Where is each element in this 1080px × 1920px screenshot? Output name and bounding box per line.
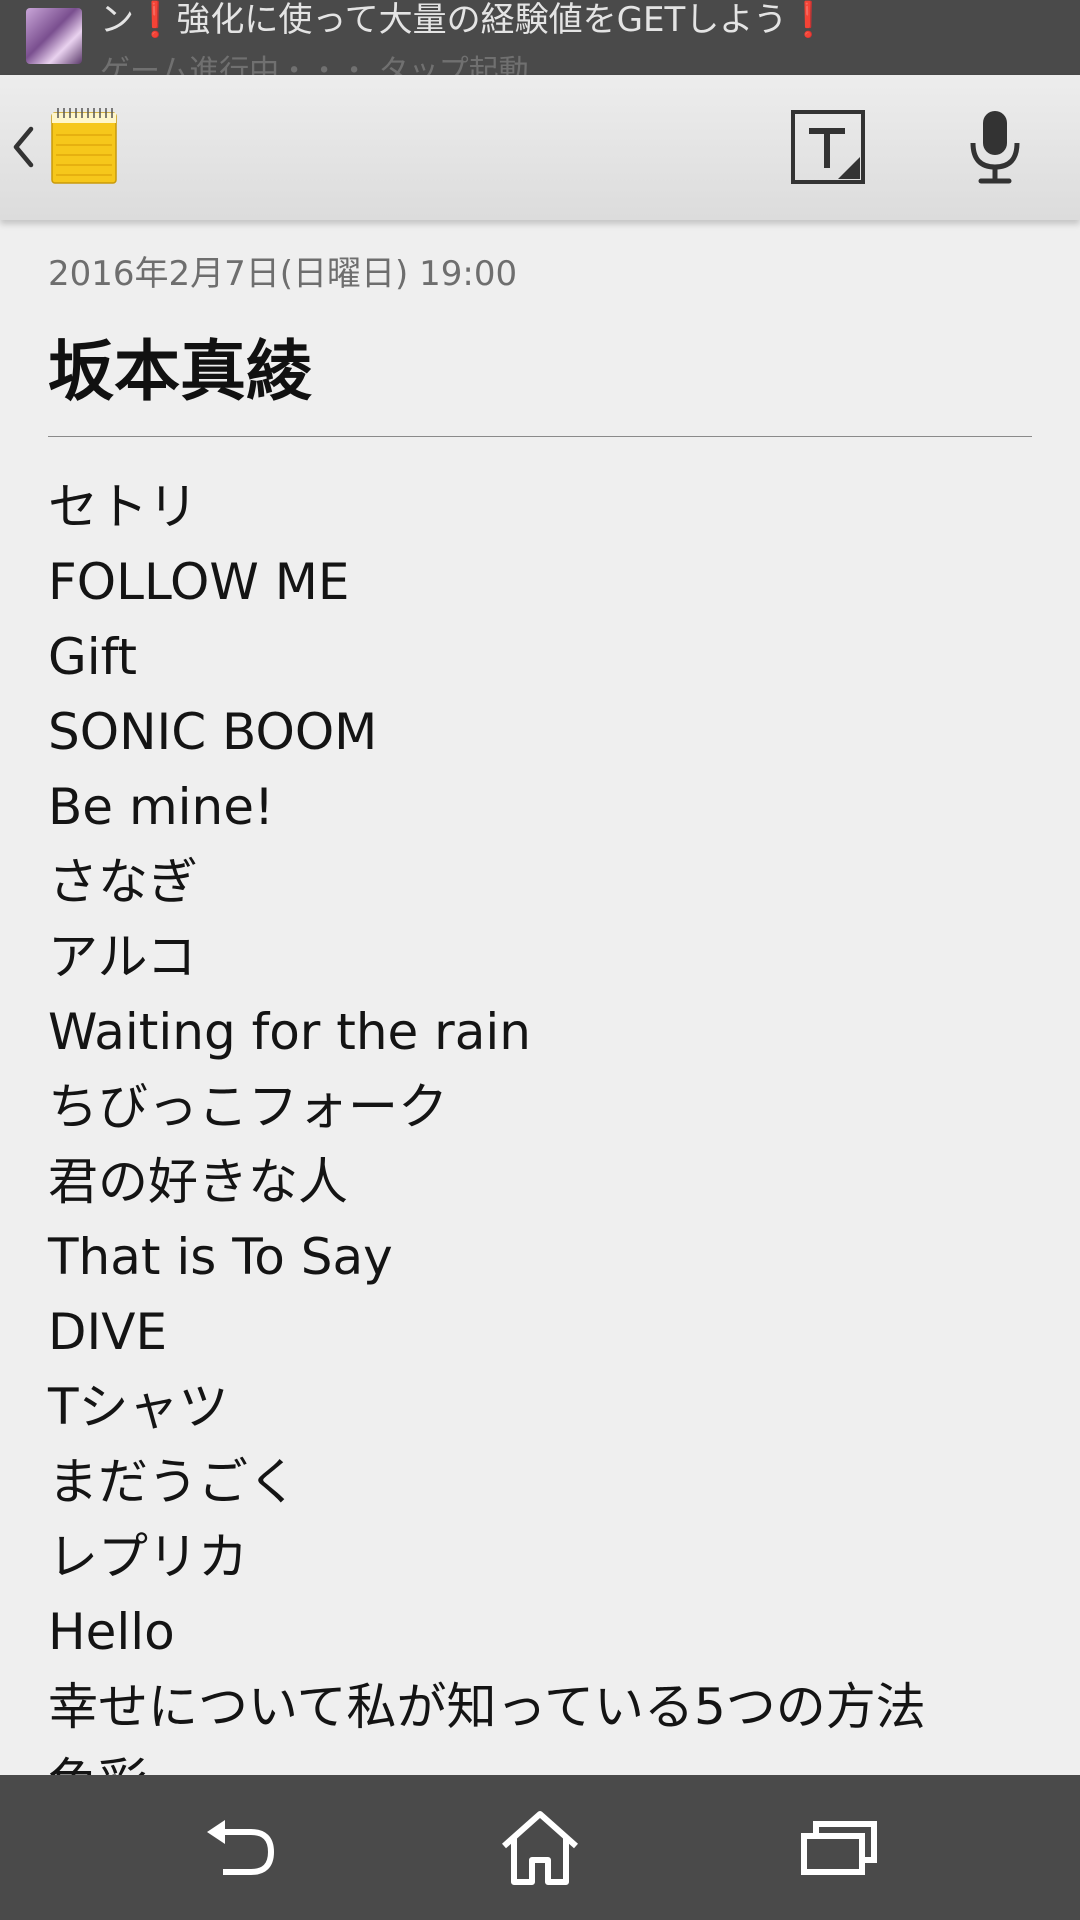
note-line[interactable]: Gift bbox=[48, 620, 1058, 695]
note-line[interactable]: FOLLOW ME bbox=[48, 545, 1058, 620]
note-line[interactable]: さなぎ bbox=[48, 845, 1058, 920]
home-icon bbox=[502, 1810, 578, 1885]
note-line[interactable]: Tシャツ bbox=[48, 1370, 1058, 1445]
note-line[interactable]: Be mine! bbox=[48, 770, 1058, 845]
note-line[interactable]: SONIC BOOM bbox=[48, 695, 1058, 770]
note-content[interactable]: 2016年2月7日(日曜日) 19:00 坂本真綾 セトリ FOLLOW ME … bbox=[0, 220, 1080, 1775]
note-line[interactable]: 色彩 bbox=[48, 1745, 1058, 1775]
title-divider bbox=[48, 436, 1032, 437]
note-line[interactable]: Hello bbox=[48, 1595, 1058, 1670]
note-line[interactable]: セトリ bbox=[48, 470, 1058, 545]
note-line[interactable]: 幸せについて私が知っている5つの方法 bbox=[48, 1670, 1058, 1745]
note-line[interactable]: レプリカ bbox=[48, 1520, 1058, 1595]
note-body[interactable]: セトリ FOLLOW ME Gift SONIC BOOM Be mine! さ… bbox=[48, 470, 1058, 1775]
notification-avatar-icon bbox=[26, 8, 82, 64]
note-line[interactable]: DIVE bbox=[48, 1295, 1058, 1370]
status-bar: ン❗強化に使って大量の経験値をGETしよう❗ ゲーム進行中・・・ タップ起動 bbox=[0, 0, 1080, 75]
notification-text: ン❗強化に使って大量の経験値をGETしよう❗ bbox=[100, 0, 830, 40]
nav-recents-button[interactable] bbox=[795, 1805, 885, 1890]
note-line[interactable]: アルコ bbox=[48, 920, 1058, 995]
navigation-bar bbox=[0, 1775, 1080, 1920]
note-line[interactable]: Waiting for the rain bbox=[48, 995, 1058, 1070]
note-line[interactable]: 君の好きな人 bbox=[48, 1145, 1058, 1220]
note-date: 2016年2月7日(日曜日) 19:00 bbox=[48, 254, 518, 294]
nav-back-button[interactable] bbox=[196, 1805, 286, 1890]
note-title[interactable]: 坂本真綾 bbox=[48, 318, 312, 414]
nav-home-button[interactable] bbox=[495, 1805, 585, 1890]
note-line[interactable]: That is To Say bbox=[48, 1220, 1058, 1295]
text-format-button[interactable] bbox=[790, 109, 866, 185]
note-line[interactable]: まだうごく bbox=[48, 1445, 1058, 1520]
note-line[interactable]: ちびっこフォーク bbox=[48, 1070, 1058, 1145]
text-format-icon bbox=[791, 110, 865, 184]
app-toolbar bbox=[0, 75, 1080, 220]
recent-apps-icon bbox=[801, 1820, 877, 1875]
back-icon bbox=[207, 1819, 274, 1875]
back-button[interactable] bbox=[6, 115, 40, 179]
microphone-icon bbox=[970, 111, 1020, 184]
voice-input-button[interactable] bbox=[965, 107, 1025, 187]
chevron-left-icon bbox=[13, 126, 34, 168]
notepad-icon bbox=[50, 105, 118, 185]
notification-subtext: ゲーム進行中・・・ タップ起動 bbox=[100, 54, 529, 75]
